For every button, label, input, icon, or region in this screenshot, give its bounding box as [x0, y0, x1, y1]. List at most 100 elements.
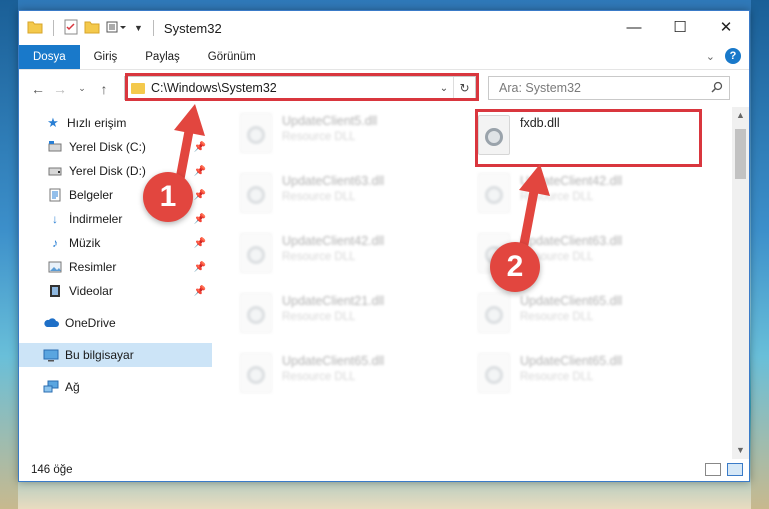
- list-item[interactable]: UpdateClient63.dll Resource DLL: [240, 173, 384, 213]
- recent-locations-chevron-icon[interactable]: ⌄: [71, 83, 93, 94]
- navigation-bar: ← → ⌄ ↑ C:\Windows\System32 ⌄ ↻ Ara: Sys…: [19, 69, 749, 107]
- sidebar-item-music[interactable]: ♪ Müzik 📌: [19, 231, 212, 255]
- list-item[interactable]: UpdateClient21.dll Resource DLL: [240, 293, 384, 333]
- ribbon-right: ⌄ ?: [706, 48, 741, 64]
- tab-file[interactable]: Dosya: [19, 45, 80, 69]
- address-highlight-box: [125, 73, 479, 101]
- item-count: 146 öğe: [31, 464, 73, 476]
- ribbon-tabs: Dosya Giriş Paylaş Görünüm ⌄ ?: [19, 45, 749, 69]
- file-type: Resource DLL: [282, 251, 356, 263]
- help-icon[interactable]: ?: [725, 48, 741, 64]
- list-item[interactable]: UpdateClient42.dll Resource DLL: [240, 233, 384, 273]
- music-icon: ♪: [52, 236, 58, 250]
- search-input[interactable]: Ara: System32: [499, 81, 705, 95]
- documents-icon: [47, 188, 63, 202]
- file-type: Resource DLL: [520, 311, 594, 323]
- list-item[interactable]: UpdateClient65.dll Resource DLL: [478, 293, 622, 333]
- file-type: Resource DLL: [520, 371, 594, 383]
- new-folder-icon[interactable]: [84, 20, 100, 37]
- large-icons-view-icon[interactable]: [727, 463, 743, 476]
- tab-view[interactable]: Görünüm: [194, 45, 270, 69]
- downloads-icon: ↓: [52, 212, 58, 226]
- status-bar: 146 öğe: [19, 459, 749, 481]
- expand-ribbon-icon[interactable]: ⌄: [706, 50, 715, 63]
- file-name: UpdateClient63.dll: [282, 174, 385, 188]
- dll-file-icon: [240, 233, 272, 273]
- content-area: ★ Hızlı erişim Yerel Disk (C:) 📌 Yerel D…: [19, 107, 749, 459]
- sidebar-item-label: İndirmeler: [69, 212, 123, 226]
- search-box[interactable]: Ara: System32: [488, 76, 730, 100]
- sidebar-item-label: Ağ: [65, 380, 80, 394]
- sidebar-item-label: Videolar: [69, 284, 113, 298]
- file-name: UpdateClient42.dll: [282, 234, 385, 248]
- separator: [152, 20, 154, 36]
- sidebar-item-label: Belgeler: [69, 188, 114, 202]
- folder-icon: [27, 20, 43, 37]
- star-icon: ★: [47, 115, 59, 130]
- pin-icon[interactable]: 📌: [194, 286, 206, 297]
- pin-icon[interactable]: 📌: [194, 238, 206, 249]
- sidebar-item-this-pc[interactable]: Bu bilgisayar: [19, 343, 212, 367]
- sidebar-item-label: Yerel Disk (D:): [69, 164, 146, 178]
- network-icon: [43, 380, 59, 394]
- sidebar-item-pictures[interactable]: Resimler 📌: [19, 255, 212, 279]
- tab-share[interactable]: Paylaş: [131, 45, 194, 69]
- list-item[interactable]: UpdateClient65.dll Resource DLL: [240, 353, 384, 393]
- minimize-button[interactable]: —: [611, 11, 657, 43]
- maximize-button[interactable]: ☐: [657, 11, 703, 43]
- sidebar-item-videos[interactable]: Videolar 📌: [19, 279, 212, 303]
- fxdb-highlight-box: [475, 109, 702, 167]
- sidebar-item-network[interactable]: Ağ: [19, 375, 212, 399]
- sidebar-item-label: Yerel Disk (C:): [69, 140, 146, 154]
- window-title: System32: [163, 20, 222, 36]
- vertical-scrollbar[interactable]: ▲ ▼: [732, 107, 749, 459]
- file-type: Resource DLL: [282, 311, 356, 323]
- list-item[interactable]: UpdateClient5.dll Resource DLL: [240, 113, 377, 153]
- sidebar-item-label: Resimler: [69, 260, 117, 274]
- sidebar-item-label: Hızlı erişim: [67, 116, 127, 130]
- pin-icon[interactable]: 📌: [194, 214, 206, 225]
- separator: [53, 20, 54, 36]
- quick-access-toolbar: ▼: [19, 19, 158, 38]
- chevron-down-icon[interactable]: ▼: [134, 23, 143, 33]
- close-button[interactable]: ✕: [703, 11, 749, 43]
- cloud-icon: [43, 316, 59, 330]
- file-type: Resource DLL: [282, 131, 356, 143]
- scrollbar-thumb[interactable]: [735, 129, 746, 179]
- scroll-up-icon[interactable]: ▲: [732, 107, 749, 124]
- sidebar-item-label: OneDrive: [65, 316, 116, 330]
- pin-icon[interactable]: 📌: [194, 262, 206, 273]
- dll-file-icon: [240, 293, 272, 333]
- sidebar-item-label: Müzik: [69, 236, 101, 250]
- desktop-background-left: [0, 0, 18, 509]
- file-list: UpdateClient5.dll Resource DLL UpdateClie…: [212, 107, 749, 459]
- file-name: UpdateClient65.dll: [520, 294, 623, 308]
- file-name: UpdateClient65.dll: [520, 354, 623, 368]
- back-arrow-icon[interactable]: ←: [27, 81, 49, 97]
- details-view-icon[interactable]: [705, 463, 721, 476]
- file-type: Resource DLL: [282, 371, 356, 383]
- view-switcher: [705, 463, 743, 476]
- file-explorer-window: ▼ System32 — ☐ ✕ Dosya Giriş Paylaş Görü…: [18, 10, 750, 482]
- file-name: UpdateClient21.dll: [282, 294, 385, 308]
- file-type: Resource DLL: [282, 191, 356, 203]
- videos-icon: [47, 284, 63, 298]
- up-arrow-icon[interactable]: ↑: [93, 81, 115, 97]
- sidebar-item-onedrive[interactable]: OneDrive: [19, 311, 212, 335]
- tab-home[interactable]: Giriş: [80, 45, 132, 69]
- dll-file-icon: [240, 173, 272, 213]
- computer-icon: [43, 348, 59, 362]
- sidebar-item-label: Bu bilgisayar: [65, 348, 134, 362]
- list-item[interactable]: UpdateClient65.dll Resource DLL: [478, 353, 622, 393]
- properties-icon[interactable]: [64, 19, 78, 38]
- drive-icon: [47, 140, 63, 154]
- drive-icon: [47, 164, 63, 178]
- file-name: UpdateClient65.dll: [282, 354, 385, 368]
- dll-file-icon: [478, 353, 510, 393]
- search-icon[interactable]: [705, 81, 729, 96]
- scroll-down-icon[interactable]: ▼: [732, 442, 749, 459]
- forward-arrow-icon[interactable]: →: [49, 81, 71, 97]
- desktop-background-right: [751, 0, 769, 509]
- title-bar: ▼ System32 — ☐ ✕: [19, 11, 749, 45]
- customize-toolbar-icon[interactable]: [106, 20, 128, 37]
